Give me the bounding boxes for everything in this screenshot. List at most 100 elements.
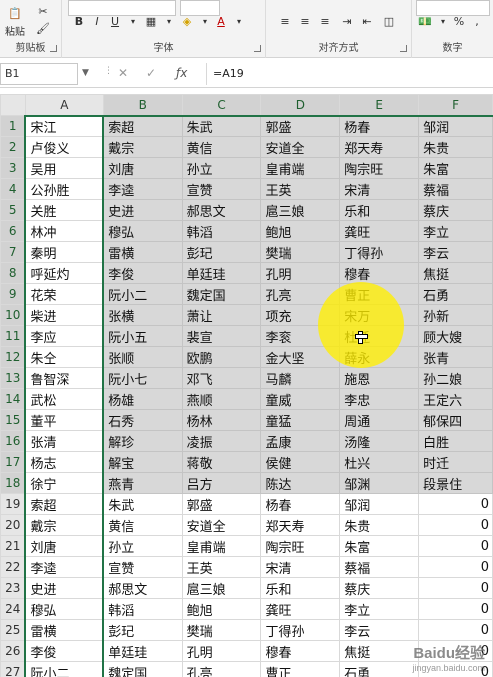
- cell-b16[interactable]: 解珍: [102, 430, 183, 452]
- cell-a19[interactable]: 索超: [24, 493, 105, 515]
- cell-a27[interactable]: 阮小二: [24, 661, 105, 677]
- row-header[interactable]: 8: [0, 262, 26, 284]
- cell-e5[interactable]: 乐和: [339, 199, 420, 221]
- cell-c25[interactable]: 樊瑞: [181, 619, 262, 641]
- cell-e18[interactable]: 邹渊: [339, 472, 420, 494]
- row-header[interactable]: 3: [0, 157, 26, 179]
- cell-e4[interactable]: 宋清: [339, 178, 420, 200]
- cell-f4[interactable]: 蔡福: [418, 178, 493, 200]
- cell-a17[interactable]: 杨志: [24, 451, 105, 473]
- row-header[interactable]: 24: [0, 598, 26, 620]
- cell-a7[interactable]: 秦明: [24, 241, 105, 263]
- row-header[interactable]: 7: [0, 241, 26, 263]
- cell-d22[interactable]: 宋清: [260, 556, 341, 578]
- cell-d10[interactable]: 项充: [260, 304, 341, 326]
- align-right-icon[interactable]: ≡: [316, 12, 334, 30]
- row-header[interactable]: 16: [0, 430, 26, 452]
- cell-d25[interactable]: 丁得孙: [260, 619, 341, 641]
- row-header[interactable]: 23: [0, 577, 26, 599]
- cell-a6[interactable]: 林冲: [24, 220, 105, 242]
- cell-c10[interactable]: 萧让: [181, 304, 262, 326]
- cell-e17[interactable]: 杜兴: [339, 451, 420, 473]
- insert-function-icon[interactable]: ƒx: [176, 66, 187, 80]
- outdent-icon[interactable]: ⇤: [358, 12, 376, 30]
- cell-b23[interactable]: 郝思文: [102, 577, 183, 599]
- cell-a8[interactable]: 呼延灼: [24, 262, 105, 284]
- cell-b14[interactable]: 杨雄: [102, 388, 183, 410]
- column-header-e[interactable]: E: [339, 94, 420, 117]
- cell-b4[interactable]: 李逵: [102, 178, 183, 200]
- accounting-format-icon[interactable]: 💵: [416, 12, 434, 30]
- cell-d9[interactable]: 孔亮: [260, 283, 341, 305]
- row-header[interactable]: 13: [0, 367, 26, 389]
- row-header[interactable]: 21: [0, 535, 26, 557]
- cell-c12[interactable]: 欧鹏: [181, 346, 262, 368]
- cell-d14[interactable]: 童威: [260, 388, 341, 410]
- cell-a13[interactable]: 鲁智深: [24, 367, 105, 389]
- cell-b27[interactable]: 魏定国: [102, 661, 183, 677]
- indent-icon[interactable]: ⇥: [338, 12, 356, 30]
- row-header[interactable]: 27: [0, 661, 26, 677]
- cell-b1[interactable]: 索超: [102, 115, 183, 137]
- row-header[interactable]: 26: [0, 640, 26, 662]
- cell-e11[interactable]: 杜迁: [339, 325, 420, 347]
- cell-e27[interactable]: 石勇: [339, 661, 420, 677]
- cell-a24[interactable]: 穆弘: [24, 598, 105, 620]
- cell-c18[interactable]: 吕方: [181, 472, 262, 494]
- cell-d8[interactable]: 孔明: [260, 262, 341, 284]
- column-header-b[interactable]: B: [102, 94, 183, 117]
- font-color-dropdown-icon[interactable]: ▾: [230, 12, 248, 30]
- row-header[interactable]: 22: [0, 556, 26, 578]
- cell-c20[interactable]: 安道全: [181, 514, 262, 536]
- column-header-c[interactable]: C: [181, 94, 262, 117]
- comma-button[interactable]: ,: [468, 12, 486, 30]
- cell-b9[interactable]: 阮小二: [102, 283, 183, 305]
- percent-button[interactable]: %: [450, 12, 468, 30]
- cell-c16[interactable]: 凌振: [181, 430, 262, 452]
- cell-d12[interactable]: 金大坚: [260, 346, 341, 368]
- cell-c4[interactable]: 宣赞: [181, 178, 262, 200]
- cell-c15[interactable]: 杨林: [181, 409, 262, 431]
- cell-a1[interactable]: 宋江: [24, 114, 105, 137]
- cell-b26[interactable]: 单廷珪: [102, 640, 183, 662]
- cell-d13[interactable]: 马麟: [260, 367, 341, 389]
- cell-f23[interactable]: 0: [418, 577, 493, 599]
- cell-c13[interactable]: 邓飞: [181, 367, 262, 389]
- font-launcher-icon[interactable]: [254, 45, 261, 52]
- cell-e13[interactable]: 施恩: [339, 367, 420, 389]
- cell-a18[interactable]: 徐宁: [24, 472, 105, 494]
- cell-f21[interactable]: 0: [418, 535, 493, 557]
- cell-f19[interactable]: 0: [418, 493, 493, 515]
- cell-a4[interactable]: 公孙胜: [24, 178, 105, 200]
- italic-button[interactable]: I: [88, 12, 106, 30]
- fill-color-icon[interactable]: ◈: [178, 12, 196, 30]
- cell-f6[interactable]: 李立: [418, 220, 493, 242]
- cell-c17[interactable]: 蒋敬: [181, 451, 262, 473]
- cell-e16[interactable]: 汤隆: [339, 430, 420, 452]
- cell-e2[interactable]: 郑天寿: [339, 136, 420, 158]
- cell-b6[interactable]: 穆弘: [102, 220, 183, 242]
- cell-c3[interactable]: 孙立: [181, 157, 262, 179]
- cell-e15[interactable]: 周通: [339, 409, 420, 431]
- cell-e20[interactable]: 朱贵: [339, 514, 420, 536]
- cell-c23[interactable]: 扈三娘: [181, 577, 262, 599]
- underline-dropdown-icon[interactable]: ▾: [124, 12, 142, 30]
- row-header[interactable]: 2: [0, 136, 26, 158]
- alignment-launcher-icon[interactable]: [400, 45, 407, 52]
- row-header[interactable]: 9: [0, 283, 26, 305]
- cell-f25[interactable]: 0: [418, 619, 493, 641]
- cell-f11[interactable]: 顾大嫂: [418, 325, 493, 347]
- paste-icon[interactable]: 📋: [4, 2, 26, 24]
- cell-f10[interactable]: 孙新: [418, 304, 493, 326]
- cell-e6[interactable]: 龚旺: [339, 220, 420, 242]
- cell-b19[interactable]: 朱武: [102, 493, 183, 515]
- cell-c26[interactable]: 孔明: [181, 640, 262, 662]
- cell-f5[interactable]: 蔡庆: [418, 199, 493, 221]
- row-header[interactable]: 11: [0, 325, 26, 347]
- cell-f2[interactable]: 朱贵: [418, 136, 493, 158]
- cell-a2[interactable]: 卢俊义: [24, 136, 105, 158]
- row-header[interactable]: 6: [0, 220, 26, 242]
- cell-e9[interactable]: 曹正: [339, 283, 420, 305]
- row-header[interactable]: 25: [0, 619, 26, 641]
- row-header[interactable]: 14: [0, 388, 26, 410]
